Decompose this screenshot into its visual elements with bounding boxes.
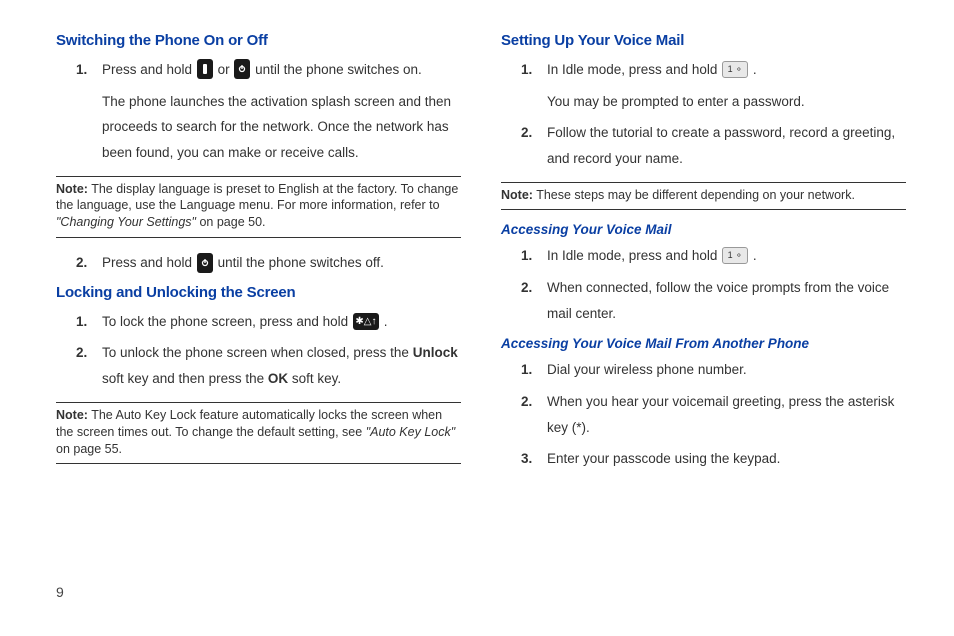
access-vm-other-list: Dial your wireless phone number. When yo… xyxy=(501,357,906,472)
access-vm-list: In Idle mode, press and hold 1 ⚬ . When … xyxy=(501,243,906,326)
text: Press and hold xyxy=(102,255,196,270)
switching-list: Press and hold or until the phone switch… xyxy=(56,57,461,166)
text: until the phone switches on. xyxy=(255,62,422,77)
page-number: 9 xyxy=(56,584,64,600)
text: until the phone switches off. xyxy=(218,255,384,270)
switching-list-cont: Press and hold until the phone switches … xyxy=(56,250,461,276)
note-text: The display language is preset to Englis… xyxy=(56,182,458,213)
subheading-access-vm-other: Accessing Your Voice Mail From Another P… xyxy=(501,336,906,351)
text: In Idle mode, press and hold xyxy=(547,248,721,263)
note-label: Note: xyxy=(56,182,88,196)
power-key-left-icon xyxy=(197,59,213,79)
note-text: on page 50. xyxy=(196,215,266,229)
power-key-icon xyxy=(197,253,213,273)
list-item: When connected, follow the voice prompts… xyxy=(547,275,906,326)
list-item: Dial your wireless phone number. xyxy=(547,357,906,383)
note-label: Note: xyxy=(501,188,533,202)
note-language: Note: The display language is preset to … xyxy=(56,176,461,239)
left-column: Switching the Phone On or Off Press and … xyxy=(56,32,461,478)
right-column: Setting Up Your Voice Mail In Idle mode,… xyxy=(501,32,906,478)
voicemail-setup-list: In Idle mode, press and hold 1 ⚬ . You m… xyxy=(501,57,906,172)
subheading-access-vm: Accessing Your Voice Mail xyxy=(501,222,906,237)
list-item: Press and hold until the phone switches … xyxy=(102,250,461,276)
heading-locking: Locking and Unlocking the Screen xyxy=(56,284,461,301)
one-key-icon: 1 ⚬ xyxy=(722,247,748,264)
text: . xyxy=(753,62,757,77)
manual-page: Switching the Phone On or Off Press and … xyxy=(0,0,954,498)
note-autolock: Note: The Auto Key Lock feature automati… xyxy=(56,402,461,465)
star-key-icon: ✱△↑ xyxy=(353,313,379,330)
one-key-icon: 1 ⚬ xyxy=(722,61,748,78)
text: . xyxy=(753,248,757,263)
note-ref: "Changing Your Settings" xyxy=(56,215,196,229)
list-item: In Idle mode, press and hold 1 ⚬ . xyxy=(547,243,906,269)
text: soft key. xyxy=(288,371,341,386)
text: soft key and then press the xyxy=(102,371,268,386)
paragraph: The phone launches the activation splash… xyxy=(102,89,461,166)
locking-list: To lock the phone screen, press and hold… xyxy=(56,309,461,392)
list-item: Press and hold or until the phone switch… xyxy=(102,57,461,166)
heading-voicemail-setup: Setting Up Your Voice Mail xyxy=(501,32,906,49)
text: To lock the phone screen, press and hold xyxy=(102,314,352,329)
list-item: To lock the phone screen, press and hold… xyxy=(102,309,461,335)
text: To unlock the phone screen when closed, … xyxy=(102,345,413,360)
list-item: To unlock the phone screen when closed, … xyxy=(102,340,461,391)
note-text: on page 55. xyxy=(56,442,122,456)
heading-switching: Switching the Phone On or Off xyxy=(56,32,461,49)
paragraph: You may be prompted to enter a password. xyxy=(547,89,906,115)
text: Press and hold xyxy=(102,62,196,77)
note-label: Note: xyxy=(56,408,88,422)
note-text: These steps may be different depending o… xyxy=(533,188,855,202)
text: In Idle mode, press and hold xyxy=(547,62,721,77)
text: or xyxy=(218,62,234,77)
softkey-ok: OK xyxy=(268,371,288,386)
list-item: Enter your passcode using the keypad. xyxy=(547,446,906,472)
softkey-unlock: Unlock xyxy=(413,345,458,360)
text: . xyxy=(384,314,388,329)
list-item: Follow the tutorial to create a password… xyxy=(547,120,906,171)
note-ref: "Auto Key Lock" xyxy=(366,425,455,439)
list-item: In Idle mode, press and hold 1 ⚬ . You m… xyxy=(547,57,906,114)
note-network: Note: These steps may be different depen… xyxy=(501,182,906,211)
list-item: When you hear your voicemail greeting, p… xyxy=(547,389,906,440)
power-key-right-icon xyxy=(234,59,250,79)
